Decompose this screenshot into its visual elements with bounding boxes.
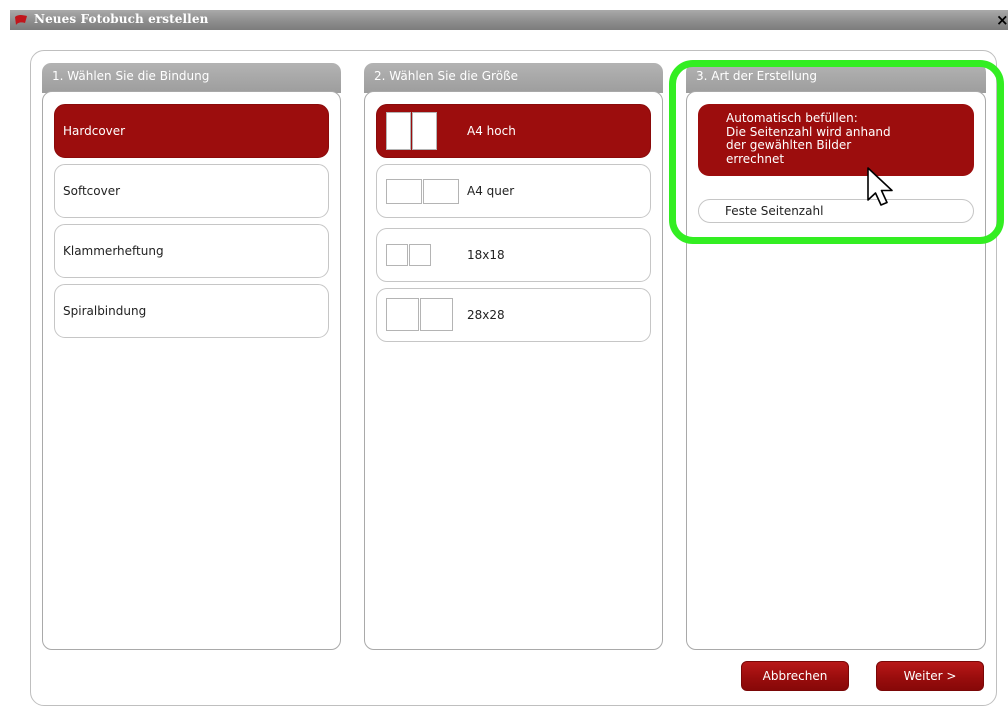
square-pages-small-icon bbox=[386, 244, 431, 266]
size-option-28x28[interactable]: 28x28 bbox=[376, 288, 651, 342]
binding-option-label: Softcover bbox=[63, 184, 121, 198]
creation-panel-title: 3. Art der Erstellung bbox=[696, 69, 818, 83]
creation-option-auto-label: Automatisch befüllen: Die Seitenzahl wir… bbox=[726, 111, 891, 166]
binding-option-label: Hardcover bbox=[63, 124, 126, 138]
size-panel-header: 2. Wählen Sie die Größe bbox=[364, 63, 663, 93]
red-book-icon bbox=[15, 15, 27, 25]
creation-option-auto-fill[interactable]: Automatisch befüllen: Die Seitenzahl wir… bbox=[698, 104, 974, 176]
landscape-pages-icon bbox=[386, 179, 459, 204]
close-button[interactable]: × bbox=[996, 12, 1008, 28]
binding-option-label: Klammerheftung bbox=[63, 244, 164, 258]
size-panel-title: 2. Wählen Sie die Größe bbox=[374, 69, 519, 83]
window-title: Neues Fotobuch erstellen bbox=[34, 12, 209, 26]
binding-panel-header: 1. Wählen Sie die Bindung bbox=[42, 63, 341, 93]
size-option-label: 18x18 bbox=[467, 248, 505, 262]
size-option-label: 28x28 bbox=[467, 308, 505, 322]
binding-option-klammerheftung[interactable]: Klammerheftung bbox=[54, 224, 329, 278]
binding-option-hardcover[interactable]: Hardcover bbox=[54, 104, 329, 158]
size-option-a4-quer[interactable]: A4 quer bbox=[376, 164, 651, 218]
portrait-pages-icon bbox=[386, 112, 437, 150]
cancel-button[interactable]: Abbrechen bbox=[741, 661, 849, 691]
size-option-18x18[interactable]: 18x18 bbox=[376, 228, 651, 282]
size-option-label: A4 quer bbox=[467, 184, 515, 198]
creation-option-fixed-label: Feste Seitenzahl bbox=[725, 204, 824, 218]
creation-panel-header: 3. Art der Erstellung bbox=[686, 63, 986, 93]
size-option-a4-hoch[interactable]: A4 hoch bbox=[376, 104, 651, 158]
next-button[interactable]: Weiter > bbox=[876, 661, 984, 691]
binding-option-spiralbindung[interactable]: Spiralbindung bbox=[54, 284, 329, 338]
binding-option-softcover[interactable]: Softcover bbox=[54, 164, 329, 218]
creation-option-fixed-pages[interactable]: Feste Seitenzahl bbox=[698, 199, 974, 223]
title-bar: Neues Fotobuch erstellen × bbox=[10, 10, 1008, 30]
binding-panel-title: 1. Wählen Sie die Bindung bbox=[52, 69, 210, 83]
size-option-label: A4 hoch bbox=[467, 124, 516, 138]
square-pages-large-icon bbox=[386, 298, 453, 331]
binding-option-label: Spiralbindung bbox=[63, 304, 147, 318]
